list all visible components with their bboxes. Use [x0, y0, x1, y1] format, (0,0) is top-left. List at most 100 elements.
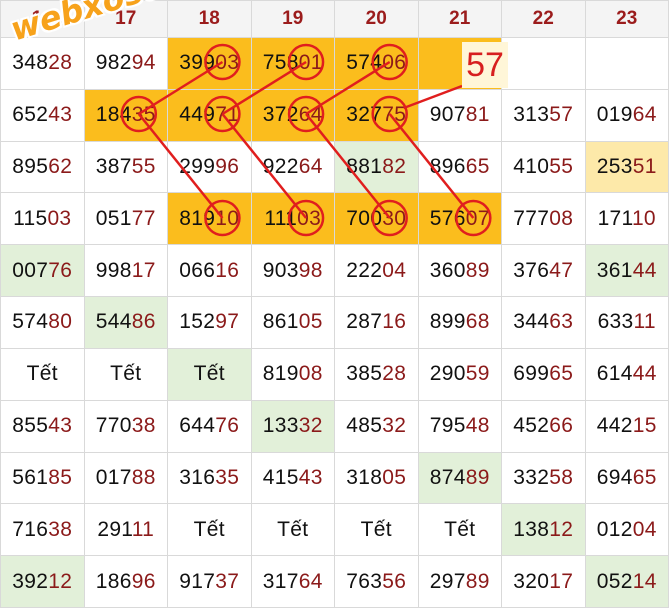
result-cell: 29111	[83, 503, 168, 557]
number-tail: 10	[631, 206, 656, 230]
result-cell: 44215	[584, 399, 669, 453]
number-tail: 65	[632, 465, 657, 489]
number-tail: 16	[382, 310, 407, 334]
table-row: 65243 18435 44971 37264 32775 90781 31357 01964	[0, 88, 669, 142]
table-row: 57480 54486 15297 86105 28716 89968 34463 63311	[0, 296, 669, 349]
number-head: 012	[596, 517, 633, 541]
table-row: 34828 98294 39903 75801 57406	[0, 37, 669, 90]
number-tail: 85	[48, 465, 73, 489]
result-cell: 79548	[417, 399, 502, 453]
result-cell: 92264	[250, 140, 335, 194]
result-cell: 69965	[501, 347, 586, 401]
result-cell: 11503	[0, 192, 85, 246]
result-cell: 89968	[417, 296, 502, 349]
number-head: 253	[596, 155, 633, 179]
table-row: 11503 05177 81910 11103 70030 57607 77708 17110	[0, 192, 669, 246]
result-cell: 90781	[417, 88, 502, 142]
number-tail: 03	[297, 206, 322, 230]
number-tail: 44	[632, 362, 657, 386]
result-cell: 89665	[417, 140, 502, 194]
number-head: 716	[12, 517, 49, 541]
result-cell: 01204	[584, 503, 669, 557]
result-cell: 44971	[167, 88, 252, 142]
number-head: 982	[95, 51, 132, 75]
number-head: 111	[264, 206, 298, 230]
result-cell: 57480	[0, 296, 85, 349]
result-cell: 18435	[83, 88, 168, 142]
number-head: 313	[513, 103, 550, 127]
number-tail: 47	[549, 258, 574, 282]
number-head: 344	[513, 310, 550, 334]
result-cell: 31357	[501, 88, 586, 142]
number-tail: 65	[549, 362, 574, 386]
number-head: 385	[346, 362, 383, 386]
result-cell	[584, 37, 669, 90]
column-header-19: 19	[250, 0, 335, 38]
number-tail: 76	[48, 258, 73, 282]
result-cell: 41055	[501, 140, 586, 194]
column-header-18: 18	[167, 0, 252, 38]
number-tail: 12	[549, 517, 574, 541]
number-head: 171	[597, 206, 632, 230]
result-cell: 36144	[584, 244, 669, 298]
number-head: 360	[429, 258, 466, 282]
result-cell: 17110	[584, 192, 669, 246]
number-head: 152	[179, 310, 216, 334]
number-tail: 64	[298, 155, 323, 179]
number-head: 007	[12, 258, 49, 282]
result-cell: 71638	[0, 503, 85, 557]
number-head: 574	[12, 310, 49, 334]
result-cell: 75801	[250, 37, 335, 90]
number-tail: 08	[298, 362, 323, 386]
column-header-22: 22	[501, 0, 586, 38]
grid-body: 34828 98294 39903 75801 57406 65243 18435 44971…	[0, 37, 669, 608]
number-head: 019	[596, 103, 633, 127]
number-tail: 28	[48, 51, 73, 75]
number-tail: 05	[298, 310, 323, 334]
number-tail: 38	[48, 517, 73, 541]
number-head: 895	[12, 155, 49, 179]
result-cell: 89562	[0, 140, 85, 194]
result-cell: Tết	[250, 503, 335, 557]
result-cell: 15297	[167, 296, 252, 349]
result-cell: 28716	[334, 296, 419, 349]
result-cell: 63311	[584, 296, 669, 349]
result-cell: 99817	[83, 244, 168, 298]
result-cell: 34828	[0, 37, 85, 90]
result-cell: 98294	[83, 37, 168, 90]
result-cell: 85543	[0, 399, 85, 453]
number-head: 917	[179, 569, 216, 593]
number-tail: 03	[215, 51, 240, 75]
result-cell: 88182	[334, 140, 419, 194]
result-cell: 64476	[167, 399, 252, 453]
result-cell: 91737	[167, 555, 252, 608]
number-head: 763	[346, 569, 383, 593]
number-head: 795	[429, 414, 466, 438]
number-head: 327	[346, 103, 383, 127]
number-tail: 32	[382, 414, 407, 438]
number-tail: 04	[632, 517, 657, 541]
result-cell: 61444	[584, 347, 669, 401]
number-tail: 94	[131, 51, 156, 75]
number-head: 320	[513, 569, 550, 593]
number-tail: 08	[549, 206, 574, 230]
number-tail: 30	[382, 206, 407, 230]
number-head: 700	[346, 206, 383, 230]
number-head: 138	[513, 517, 550, 541]
number-tail: 55	[549, 155, 574, 179]
number-tail: 07	[465, 206, 490, 230]
number-head: 485	[346, 414, 383, 438]
number-tail: 62	[48, 155, 73, 179]
number-head: 317	[262, 569, 299, 593]
number-tail: 04	[382, 258, 407, 282]
result-cell: 76356	[334, 555, 419, 608]
number-tail: 51	[632, 155, 657, 179]
result-cell: 33258	[501, 451, 586, 505]
number-head: 998	[95, 258, 132, 282]
result-cell: 11103	[250, 192, 335, 246]
result-cell: 05214	[584, 555, 669, 608]
result-cell: 34463	[501, 296, 586, 349]
result-cell: 18696	[83, 555, 168, 608]
number-head: 896	[429, 155, 466, 179]
number-head: 348	[12, 51, 49, 75]
